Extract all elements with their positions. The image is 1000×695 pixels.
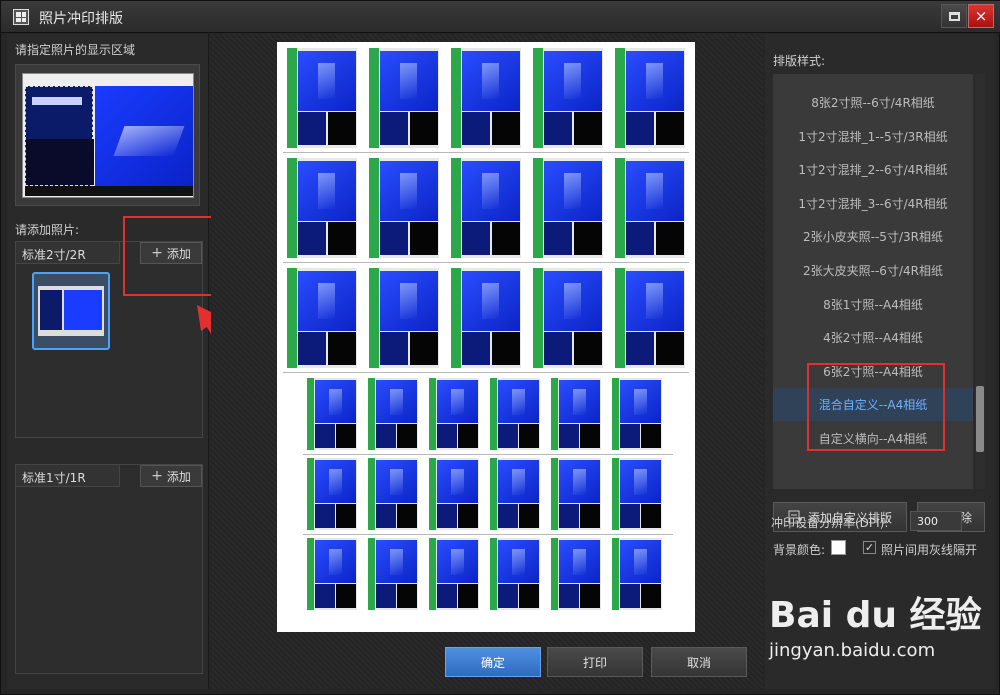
- layout-style-item[interactable]: 8张2寸照--6寸/4R相纸: [773, 86, 973, 119]
- print-paper[interactable]: [277, 42, 695, 632]
- layout-style-item[interactable]: 2张小皮夹照--5寸/3R相纸: [773, 220, 973, 253]
- layout-photo: [490, 458, 540, 530]
- watermark-url: jingyan.baidu.com: [769, 640, 936, 661]
- layout-photo: [369, 268, 439, 368]
- annotation-highlight-style: [807, 363, 945, 451]
- title-bar[interactable]: 照片冲印排版 ×: [1, 1, 1000, 33]
- bg-color-label: 背景颜色:: [773, 543, 826, 557]
- separator-line: [283, 262, 689, 263]
- layout-photo: [287, 48, 357, 148]
- layout-photo: [551, 538, 601, 610]
- close-icon: ×: [974, 6, 988, 25]
- left-panel: 请指定照片的显示区域 请添加照片: 标准2寸/2R + 添加 标准1寸/1R +: [7, 34, 209, 689]
- layout-photo: [451, 268, 521, 368]
- maximize-button[interactable]: [941, 4, 967, 28]
- layout-photo: [551, 458, 601, 530]
- layout-photo: [615, 268, 685, 368]
- layout-photo: [533, 48, 603, 148]
- maximize-icon: [948, 11, 960, 21]
- separator-line: [303, 454, 673, 455]
- photo-group-1r: 标准1寸/1R + 添加: [15, 464, 203, 674]
- layout-photo: [533, 158, 603, 258]
- bg-color-swatch[interactable]: [831, 540, 846, 555]
- layout-photo: [307, 458, 357, 530]
- layout-photo: [451, 158, 521, 258]
- photo-thumbnail[interactable]: [32, 272, 110, 350]
- add-1r-button[interactable]: + 添加: [140, 465, 202, 487]
- layout-photo: [612, 538, 662, 610]
- baidu-watermark: Bai du 经验 jingyan.baidu.com: [769, 586, 982, 661]
- layout-photo: [287, 268, 357, 368]
- layout-style-item[interactable]: 4张2寸照--A4相纸: [773, 321, 973, 354]
- layout-style-item[interactable]: 1寸2寸混排_3--6寸/4R相纸: [773, 187, 973, 220]
- layout-photo: [287, 158, 357, 258]
- add-1r-label: 添加: [166, 469, 191, 484]
- separator-checkbox[interactable]: ✓: [863, 541, 876, 554]
- layout-photo: [612, 378, 662, 450]
- separator-line: [283, 152, 689, 153]
- separator-label: 照片间用灰线隔开: [881, 543, 978, 557]
- layout-photo: [490, 538, 540, 610]
- layout-photo: [429, 378, 479, 450]
- layout-photo: [533, 268, 603, 368]
- layout-photo: [429, 538, 479, 610]
- layout-photo: [369, 158, 439, 258]
- layout-photo: [551, 378, 601, 450]
- layout-photo: [612, 458, 662, 530]
- group-tab-2r[interactable]: 标准2寸/2R: [16, 242, 120, 264]
- layout-photo: [368, 538, 418, 610]
- display-area-preview[interactable]: [15, 64, 200, 206]
- layout-photo: [490, 378, 540, 450]
- layout-style-item[interactable]: 1寸2寸混排_2--6寸/4R相纸: [773, 153, 973, 186]
- dpi-input[interactable]: [910, 511, 962, 531]
- scrollbar-thumb[interactable]: [976, 386, 984, 452]
- cancel-button[interactable]: 取消: [651, 647, 747, 677]
- layout-style-item[interactable]: 2张大皮夹照--6寸/4R相纸: [773, 254, 973, 287]
- layout-photo: [429, 458, 479, 530]
- ok-button[interactable]: 确定: [445, 647, 541, 677]
- layout-style-label: 排版样式:: [773, 54, 826, 68]
- main-window: 照片冲印排版 × 请指定照片的显示区域 请添加照片: 标准2寸/2R + 添加: [0, 0, 1000, 695]
- layout-photo: [307, 378, 357, 450]
- style-list-scrollbar[interactable]: [975, 74, 985, 489]
- plus-icon: +: [151, 468, 163, 484]
- layout-photo: [307, 538, 357, 610]
- window-title: 照片冲印排版: [39, 11, 123, 27]
- watermark-logo: Bai du 经验: [769, 595, 982, 636]
- preview-image: [22, 73, 194, 198]
- group-tab-1r[interactable]: 标准1寸/1R: [16, 465, 120, 487]
- layout-style-item[interactable]: 8张1寸照--A4相纸: [773, 288, 973, 321]
- layout-style-item[interactable]: 1寸2寸混排_1--5寸/3R相纸: [773, 120, 973, 153]
- layout-photo: [615, 158, 685, 258]
- layout-photo: [451, 48, 521, 148]
- separator-line: [283, 372, 689, 373]
- layout-photo: [369, 48, 439, 148]
- layout-preview-area: 确定 打印 取消: [211, 34, 763, 689]
- print-button[interactable]: 打印: [547, 647, 643, 677]
- app-icon: [13, 9, 29, 25]
- add-photo-label: 请添加照片:: [15, 223, 80, 237]
- close-button[interactable]: ×: [968, 4, 994, 28]
- layout-photo: [368, 458, 418, 530]
- dpi-label: 冲印设备分辨率(DPI):: [771, 516, 889, 530]
- layout-photo: [615, 48, 685, 148]
- layout-photo: [368, 378, 418, 450]
- display-area-label: 请指定照片的显示区域: [15, 43, 136, 57]
- separator-line: [303, 534, 673, 535]
